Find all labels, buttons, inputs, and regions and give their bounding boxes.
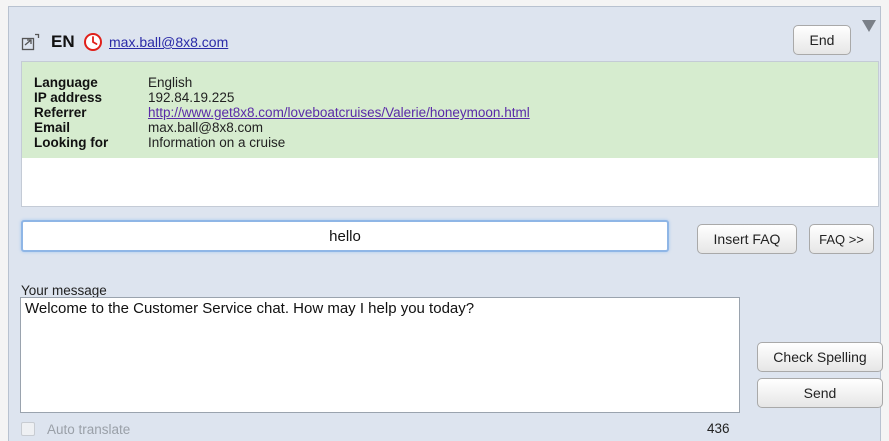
language-code: EN <box>51 32 75 51</box>
auto-translate-label: Auto translate <box>47 421 131 437</box>
info-value: English <box>148 75 193 90</box>
info-label: Looking for <box>34 135 109 150</box>
referrer-link[interactable]: http://www.get8x8.com/loveboatcruises/Va… <box>148 105 530 121</box>
auto-translate-option[interactable]: Auto translate <box>21 419 130 439</box>
chat-panel: EN max.ball@8x8.com End Language English… <box>8 6 883 441</box>
faq-more-button[interactable]: FAQ >> <box>809 224 874 254</box>
faq-search-input[interactable] <box>21 220 669 252</box>
visitor-email-link[interactable]: max.ball@8x8.com <box>109 33 228 51</box>
chat-header: EN max.ball@8x8.com End <box>9 7 880 61</box>
info-value: 192.84.19.225 <box>148 90 235 105</box>
character-count: 436 <box>707 421 730 436</box>
info-label: Language <box>34 75 98 90</box>
message-textarea[interactable]: Welcome to the Customer Service chat. Ho… <box>20 297 740 413</box>
popout-icon[interactable] <box>21 32 41 52</box>
end-chat-button[interactable]: End <box>793 25 851 55</box>
send-button[interactable]: Send <box>757 378 883 408</box>
info-value: max.ball@8x8.com <box>148 120 263 135</box>
info-label: IP address <box>34 90 103 105</box>
clock-icon <box>83 32 103 52</box>
insert-faq-button[interactable]: Insert FAQ <box>697 224 797 254</box>
check-spelling-button[interactable]: Check Spelling <box>757 342 883 372</box>
visitor-info-details: Language English IP address 192.84.19.22… <box>22 62 878 158</box>
info-label: Email <box>34 120 71 135</box>
info-value: Information on a cruise <box>148 135 286 150</box>
info-label: Referrer <box>34 105 87 120</box>
auto-translate-checkbox[interactable] <box>21 422 35 436</box>
dropdown-triangle-icon[interactable] <box>860 19 878 33</box>
visitor-info-box: Language English IP address 192.84.19.22… <box>21 61 879 207</box>
